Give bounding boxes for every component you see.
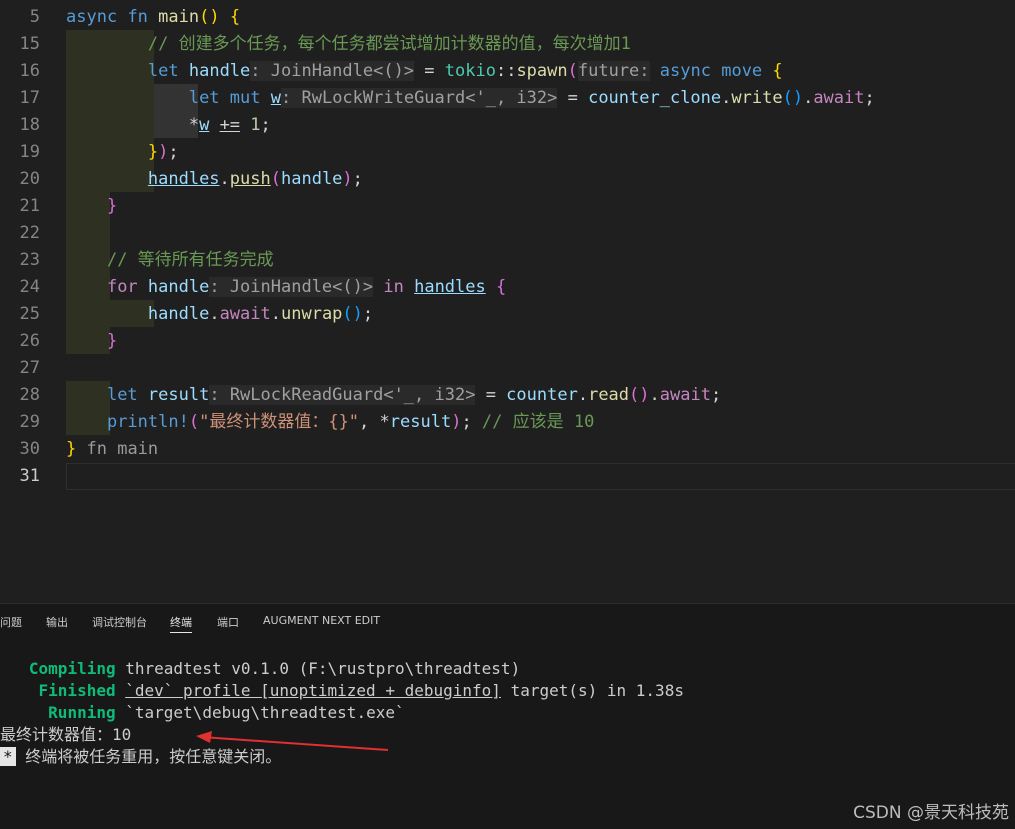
annotation-arrow	[196, 731, 389, 751]
